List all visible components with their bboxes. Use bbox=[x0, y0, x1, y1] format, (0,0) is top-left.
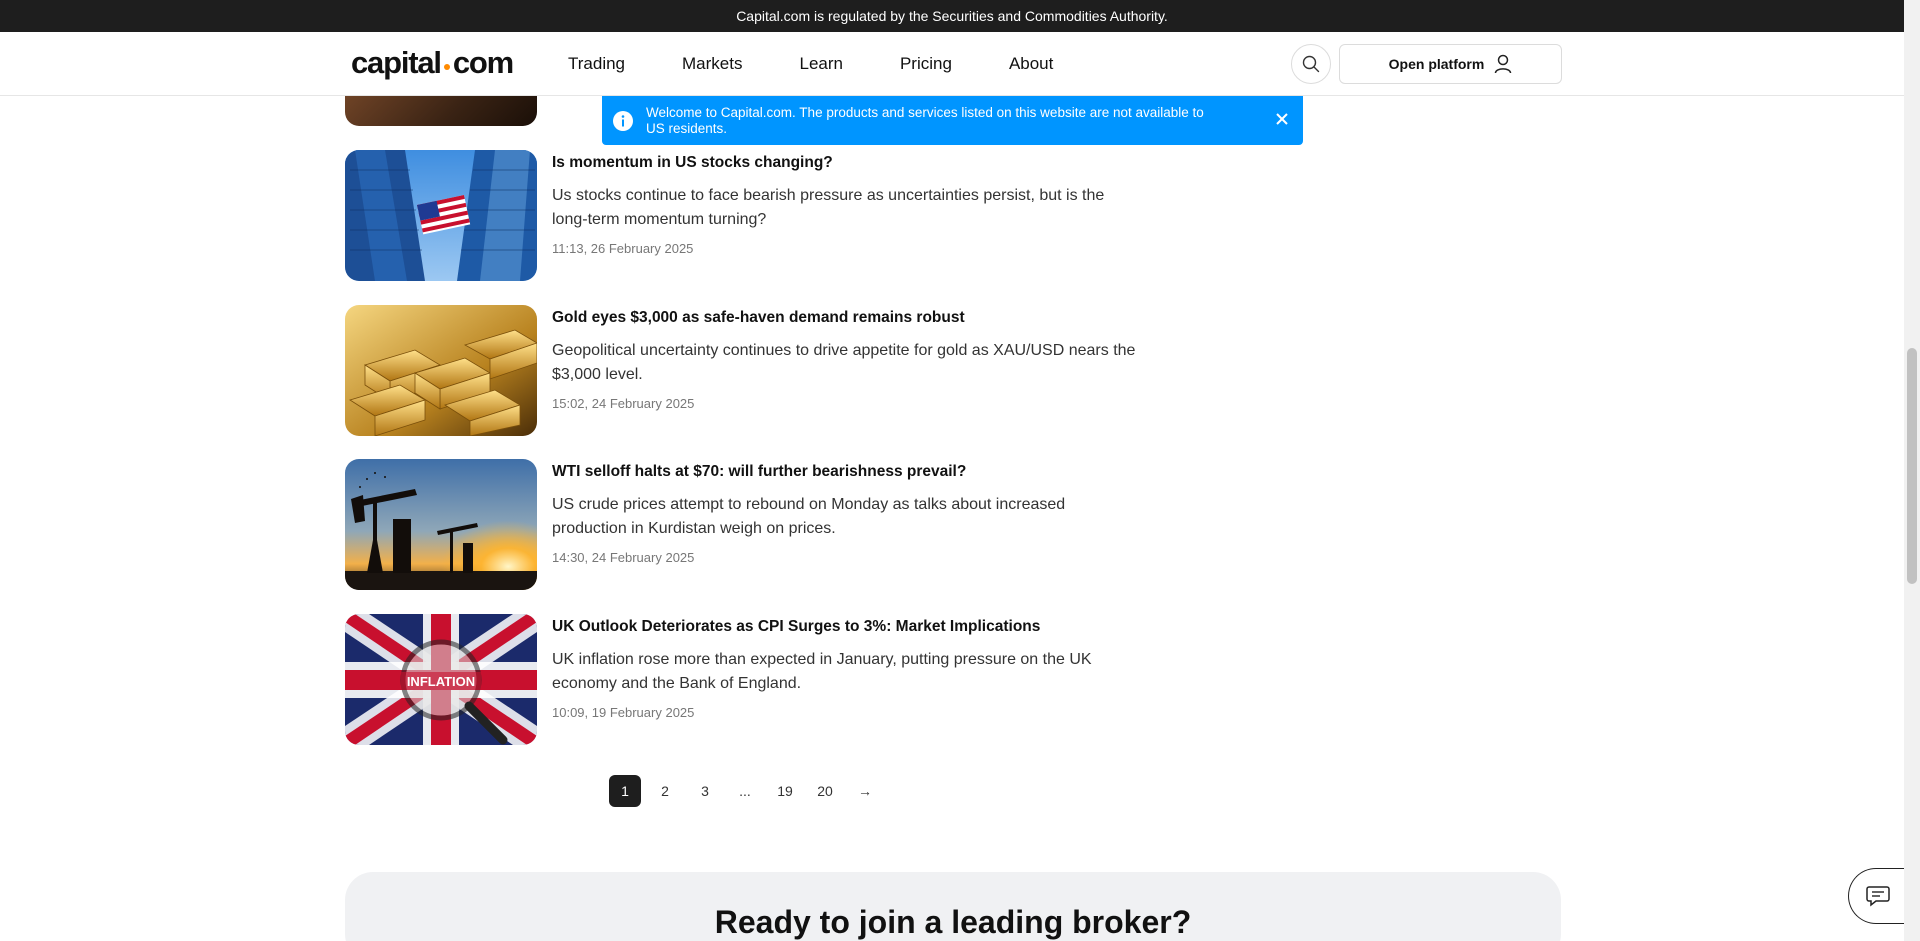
page-1-button[interactable]: 1 bbox=[609, 775, 641, 807]
regulatory-text: Capital.com is regulated by the Securiti… bbox=[736, 8, 1168, 24]
nav-item-learn[interactable]: Learn bbox=[799, 54, 842, 74]
chat-button[interactable] bbox=[1848, 868, 1906, 924]
article-thumbnail-uk-inflation[interactable]: INFLATION bbox=[345, 614, 537, 745]
article-description: Geopolitical uncertainty continues to dr… bbox=[552, 342, 1136, 383]
chat-icon bbox=[1865, 886, 1890, 907]
cta-section: Ready to join a leading broker? bbox=[345, 872, 1561, 941]
inflation-image-text: INFLATION bbox=[407, 674, 475, 689]
page-ellipsis: ... bbox=[739, 783, 751, 799]
article-item[interactable]: Gold eyes $3,000 as safe-haven demand re… bbox=[345, 305, 1135, 436]
page-19-button[interactable]: 19 bbox=[769, 775, 801, 807]
capital-com-logo[interactable]: capital com bbox=[351, 45, 514, 81]
article-date: 14:30, 24 February 2025 bbox=[552, 550, 695, 565]
article-title[interactable]: Is momentum in US stocks changing? bbox=[552, 154, 833, 172]
logo-text-right: com bbox=[452, 45, 514, 80]
uk-flag-magnifier-image: INFLATION bbox=[345, 614, 537, 745]
article-description: UK inflation rose more than expected in … bbox=[552, 651, 1092, 692]
page-3-button[interactable]: 3 bbox=[689, 775, 721, 807]
nav-item-markets[interactable]: Markets bbox=[682, 54, 742, 74]
nav-item-about[interactable]: About bbox=[1009, 54, 1053, 74]
us-residents-notice: Welcome to Capital.com. The products and… bbox=[602, 96, 1303, 145]
scrollbar-thumb[interactable] bbox=[1907, 348, 1917, 584]
open-platform-button[interactable]: Open platform bbox=[1339, 44, 1562, 84]
article-thumbnail-us-stocks[interactable] bbox=[345, 150, 537, 281]
skyscrapers-flag-image bbox=[345, 150, 537, 281]
search-button[interactable] bbox=[1291, 44, 1331, 84]
nav-item-pricing[interactable]: Pricing bbox=[900, 54, 952, 74]
next-page-arrow-icon[interactable]: → bbox=[849, 775, 881, 807]
user-icon bbox=[1495, 54, 1512, 74]
article-item[interactable]: Is momentum in US stocks changing? Us st… bbox=[345, 150, 1135, 281]
main-header: capital com Trading Markets Learn Pricing… bbox=[0, 32, 1904, 96]
article-title[interactable]: Gold eyes $3,000 as safe-haven demand re… bbox=[552, 309, 965, 327]
article-date: 10:09, 19 February 2025 bbox=[552, 705, 695, 720]
article-item[interactable]: WTI selloff halts at $70: will further b… bbox=[345, 459, 1135, 590]
oil-pumps-sunset-image bbox=[345, 459, 537, 590]
article-title[interactable]: WTI selloff halts at $70: will further b… bbox=[552, 463, 966, 481]
regulatory-bar: Capital.com is regulated by the Securiti… bbox=[0, 0, 1904, 32]
main-nav: Trading Markets Learn Pricing About bbox=[568, 32, 1110, 96]
page-2-button[interactable]: 2 bbox=[649, 775, 681, 807]
logo-text-left: capital bbox=[351, 45, 442, 80]
search-icon bbox=[1302, 55, 1320, 73]
pagination: 1 2 3 ... 19 20 → bbox=[609, 775, 889, 807]
open-platform-label: Open platform bbox=[1388, 56, 1485, 72]
article-description: US crude prices attempt to rebound on Mo… bbox=[552, 496, 1066, 537]
article-item[interactable]: INFLATION UK Outlook Deteriorates as CPI… bbox=[345, 614, 1135, 745]
info-icon bbox=[613, 110, 633, 131]
cta-title: Ready to join a leading broker? bbox=[714, 904, 1192, 940]
article-description: Us stocks continue to face bearish press… bbox=[552, 187, 1105, 228]
article-date: 11:13, 26 February 2025 bbox=[552, 241, 694, 256]
page-20-button[interactable]: 20 bbox=[809, 775, 841, 807]
nav-item-trading[interactable]: Trading bbox=[568, 54, 625, 74]
page-scrollbar[interactable] bbox=[1904, 0, 1920, 941]
notice-text: Welcome to Capital.com. The products and… bbox=[646, 104, 1204, 136]
article-date: 15:02, 24 February 2025 bbox=[552, 396, 695, 411]
article-title[interactable]: UK Outlook Deteriorates as CPI Surges to… bbox=[552, 618, 1040, 636]
close-icon[interactable] bbox=[1275, 112, 1289, 126]
logo-dot bbox=[443, 64, 450, 70]
article-thumbnail-oil[interactable] bbox=[345, 459, 537, 590]
article-thumbnail-gold[interactable] bbox=[345, 305, 537, 436]
gold-bars-image bbox=[345, 305, 537, 436]
